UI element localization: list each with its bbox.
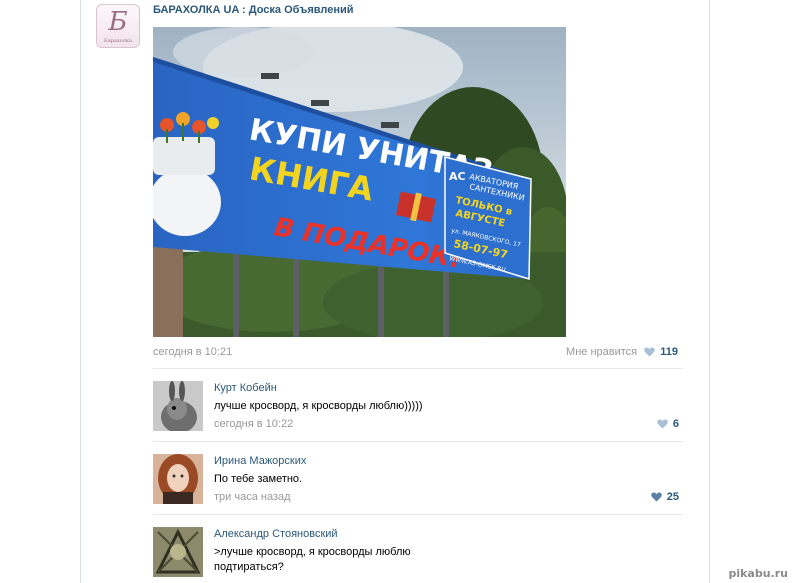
group-avatar[interactable]: Б Барахолка — [96, 4, 140, 48]
comment-text: По тебе заметно. — [214, 473, 303, 485]
comment-item: Ирина Мажорских По тебе заметно. три час… — [153, 454, 683, 506]
divider — [153, 441, 683, 442]
frame-left-border — [80, 0, 81, 583]
frame-right-border — [709, 0, 710, 583]
group-name-link[interactable]: БАРАХОЛКА UA : Доска Объявлений — [153, 4, 354, 16]
comment-avatar[interactable] — [153, 381, 203, 431]
post-photo[interactable]: КУПИ УНИТАЗ - КНИГА В ПОДАРОК! AC АКВАТО… — [153, 27, 566, 337]
comment-like-button[interactable]: 6 — [653, 418, 679, 430]
billboard-side-logo: AC — [449, 170, 466, 183]
comment-text: >лучше кросворд, я кросворды люблю подти… — [214, 545, 514, 575]
post-like-button[interactable]: Мне нравится 119 — [566, 346, 678, 358]
heart-icon — [657, 419, 668, 429]
comment-date[interactable]: три часа назад — [214, 491, 291, 503]
comment-author[interactable]: Александр Стояновский — [214, 528, 338, 540]
comment-text: лучше кросворд, я кросворды люблю))))) — [214, 400, 423, 412]
divider — [153, 368, 683, 369]
post-date[interactable]: сегодня в 10:21 — [153, 346, 232, 358]
comment-like-button[interactable]: 25 — [647, 491, 679, 503]
group-logo-caption: Барахолка — [104, 38, 132, 44]
comment-date[interactable]: сегодня в 10:22 — [214, 418, 293, 430]
divider — [153, 514, 683, 515]
comment-item: Курт Кобейн лучше кросворд, я кросворды … — [153, 381, 683, 433]
comment-avatar[interactable] — [153, 454, 203, 504]
like-label: Мне нравится — [566, 346, 638, 358]
like-count: 119 — [660, 346, 678, 358]
comment-like-count: 25 — [666, 491, 679, 503]
group-logo-letter: Б — [108, 7, 128, 37]
heart-icon — [644, 347, 655, 357]
comment-author[interactable]: Курт Кобейн — [214, 382, 277, 394]
comment-item: Александр Стояновский >лучше кросворд, я… — [153, 527, 683, 583]
watermark: pikabu.ru — [728, 567, 788, 580]
comment-like-count: 6 — [672, 418, 679, 430]
comment-avatar[interactable] — [153, 527, 203, 577]
comment-text-line-2: подтираться? — [214, 561, 284, 573]
heart-icon — [650, 492, 662, 502]
comment-text-line-1: >лучше кросворд, я кросворды люблю — [214, 546, 411, 558]
comment-author[interactable]: Ирина Мажорских — [214, 455, 306, 467]
